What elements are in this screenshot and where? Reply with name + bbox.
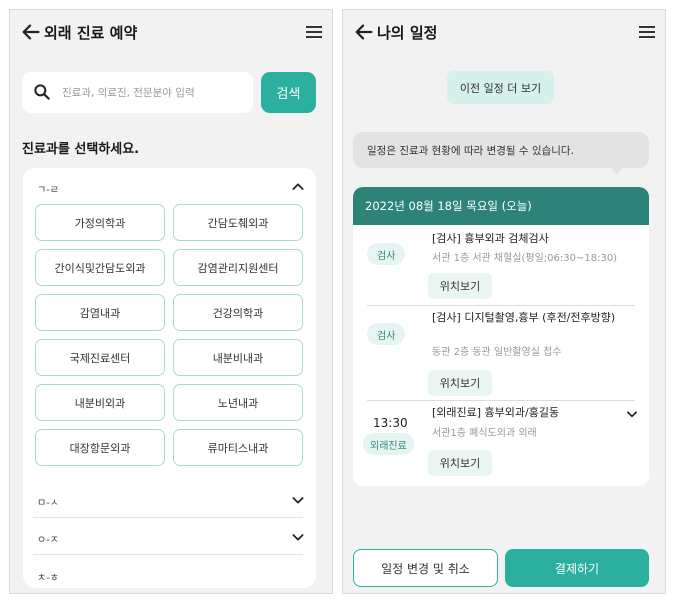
- group-name: ㄱ-ㄹ: [37, 185, 60, 196]
- entry-tag: 검사: [367, 323, 406, 345]
- location-button[interactable]: 위치보기: [428, 273, 492, 299]
- entry-title: [검사] 흉부외과 검체검사: [432, 232, 549, 245]
- entry-subtitle: 서관 1층 서관 채혈실(평일;06:30~18:30): [432, 253, 618, 264]
- department-panel: ㄱ-ㄹ 가정의학과 간담도췌외과 간이식및간담도외과 감염관리지원센터 감염내과…: [23, 168, 316, 588]
- group-name: ㅇ-ㅈ: [37, 535, 60, 546]
- entry-time: 13:30: [373, 416, 408, 430]
- department-button[interactable]: 건강의학과: [173, 294, 303, 331]
- search-box: [22, 72, 253, 113]
- notice-bubble-tail: [611, 167, 623, 175]
- top-bar: 나의 일정: [343, 10, 665, 56]
- department-button[interactable]: 국제진료센터: [35, 339, 165, 376]
- entry-tag: 외래진료: [363, 433, 414, 455]
- search-button[interactable]: 검색: [261, 72, 316, 113]
- page-title: 외래 진료 예약: [44, 24, 138, 42]
- back-arrow-icon[interactable]: [353, 21, 375, 43]
- group-header-0[interactable]: ㄱ-ㄹ: [23, 172, 316, 202]
- location-button[interactable]: 위치보기: [428, 450, 492, 476]
- department-button[interactable]: 감염내과: [35, 294, 165, 331]
- location-button[interactable]: 위치보기: [428, 370, 492, 396]
- department-button[interactable]: 내분비내과: [173, 339, 303, 376]
- page-title: 나의 일정: [377, 24, 438, 42]
- outpatient-booking-screen: 외래 진료 예약 검색 진료과를 선택하세요. ㄱ-ㄹ 가정의학과 간담도췌외과…: [9, 9, 333, 594]
- department-grid: 가정의학과 간담도췌외과 간이식및간담도외과 감염관리지원센터 감염내과 건강의…: [35, 204, 303, 466]
- top-bar: 외래 진료 예약: [10, 10, 332, 56]
- entry-subtitle: 동관 2층 동관 일반촬영실 접수: [432, 347, 562, 358]
- section-label: 진료과를 선택하세요.: [22, 142, 140, 157]
- hamburger-menu-icon[interactable]: [304, 23, 324, 41]
- group-header-3[interactable]: ㅊ-ㅎ: [23, 560, 316, 588]
- change-cancel-button[interactable]: 일정 변경 및 취소: [353, 549, 498, 587]
- entry-tag: 검사: [367, 243, 406, 265]
- department-button[interactable]: 내분비외과: [35, 384, 165, 421]
- divider: [367, 305, 635, 306]
- entry-title: [외래진료] 흉부외과/홍길동: [432, 406, 560, 419]
- entry-subtitle: 서관1층 폐식도외과 외래: [432, 428, 537, 439]
- my-schedule-screen: 나의 일정 이전 일정 더 보기 일정은 진료과 현황에 따라 변경될 수 있습…: [342, 9, 666, 594]
- chevron-down-icon[interactable]: [625, 407, 639, 421]
- divider: [33, 554, 303, 555]
- previous-schedule-button[interactable]: 이전 일정 더 보기: [447, 71, 554, 104]
- group-name: ㅊ-ㅎ: [37, 573, 60, 584]
- group-header-2[interactable]: ㅇ-ㅈ: [23, 522, 316, 552]
- pay-button[interactable]: 결제하기: [505, 549, 649, 587]
- department-button[interactable]: 간이식및간담도외과: [35, 249, 165, 286]
- department-button[interactable]: 감염관리지원센터: [173, 249, 303, 286]
- date-header: 2022년 08월 18일 목요일 (오늘): [353, 187, 649, 225]
- group-name: ㅁ-ㅅ: [37, 498, 60, 509]
- divider: [33, 517, 303, 518]
- notice-bubble: 일정은 진료과 현황에 따라 변경될 수 있습니다.: [353, 132, 649, 168]
- hamburger-menu-icon[interactable]: [637, 23, 657, 41]
- back-arrow-icon[interactable]: [20, 21, 42, 43]
- divider: [367, 400, 635, 401]
- department-button[interactable]: 대장항문외과: [35, 429, 165, 466]
- schedule-card: 2022년 08월 18일 목요일 (오늘) 검사 [검사] 흉부외과 검체검사…: [353, 187, 649, 486]
- chevron-down-icon: [292, 534, 304, 541]
- chevron-up-icon: [292, 183, 304, 190]
- department-button[interactable]: 가정의학과: [35, 204, 165, 241]
- search-icon: [34, 84, 50, 100]
- department-button[interactable]: 노년내과: [173, 384, 303, 421]
- group-header-1[interactable]: ㅁ-ㅅ: [23, 485, 316, 515]
- search-input[interactable]: [62, 82, 247, 104]
- department-button[interactable]: 류마티스내과: [173, 429, 303, 466]
- entry-title: [검사] 디지털촬영,흉부 (후전/전후방향): [432, 311, 616, 324]
- department-button[interactable]: 간담도췌외과: [173, 204, 303, 241]
- chevron-down-icon: [292, 497, 304, 504]
